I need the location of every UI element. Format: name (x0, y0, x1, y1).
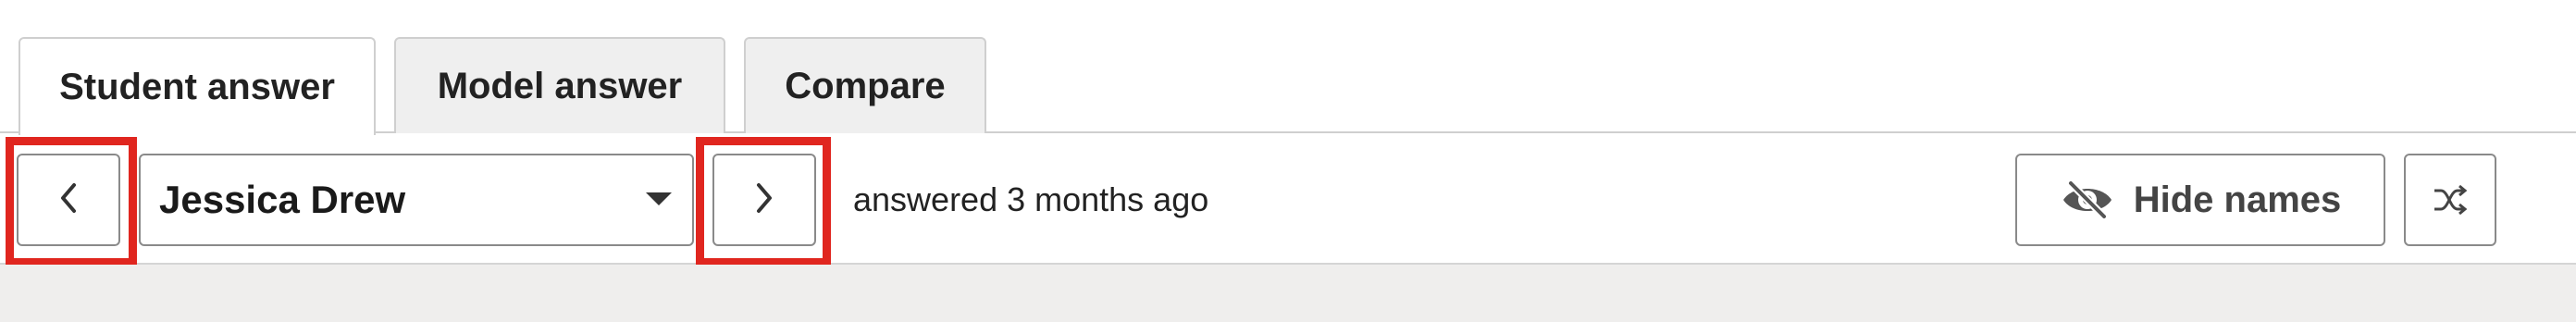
hide-names-label: Hide names (2133, 179, 2342, 220)
tab-compare[interactable]: Compare (744, 37, 986, 133)
chevron-down-icon (646, 192, 672, 205)
tab-model-answer[interactable]: Model answer (394, 37, 725, 133)
student-select-value: Jessica Drew (159, 178, 406, 221)
tab-label: Model answer (437, 65, 683, 106)
shuffle-icon (2432, 183, 2469, 217)
eye-slash-icon (2060, 180, 2115, 220)
student-select[interactable]: Jessica Drew (139, 154, 694, 246)
chevron-right-icon (753, 181, 775, 219)
hide-names-button[interactable]: Hide names (2015, 154, 2385, 246)
tab-label: Compare (785, 65, 946, 106)
answered-timestamp: answered 3 months ago (853, 180, 1209, 218)
content-area-background (0, 265, 2576, 322)
previous-student-button[interactable] (17, 154, 120, 246)
tab-bar: Student answer Model answer Compare (0, 0, 2576, 135)
next-student-button[interactable] (712, 154, 816, 246)
chevron-left-icon (57, 181, 80, 219)
answer-toolbar: Jessica Drew answered 3 months ago Hide … (0, 133, 2576, 266)
tab-student-answer[interactable]: Student answer (19, 37, 376, 135)
shuffle-button[interactable] (2404, 154, 2496, 246)
tab-label: Student answer (59, 66, 335, 107)
